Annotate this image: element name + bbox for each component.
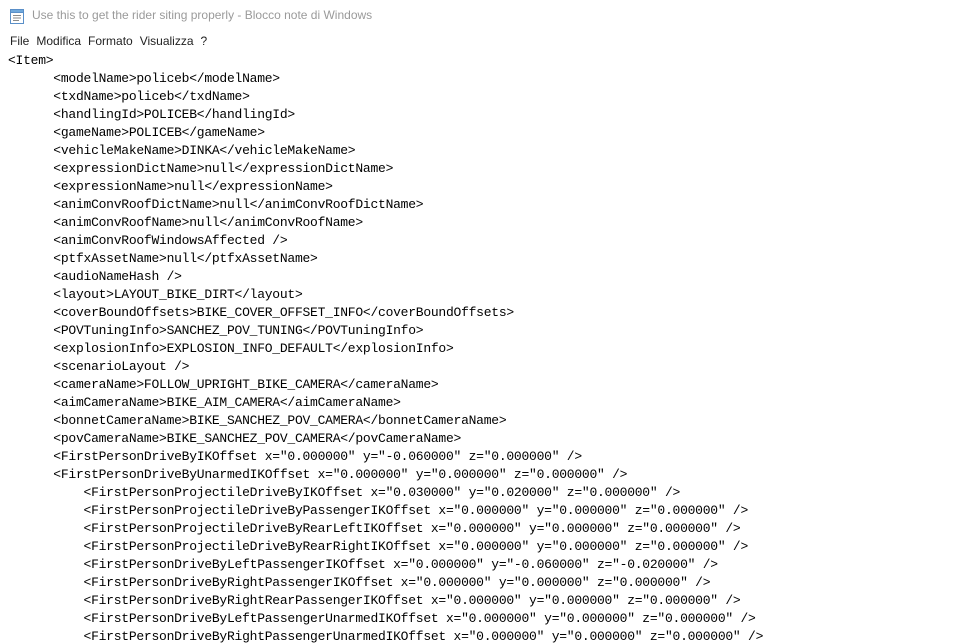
text-line: <FirstPersonDriveByRightRearPassengerIKO…: [8, 593, 741, 608]
text-line: <explosionInfo>EXPLOSION_INFO_DEFAULT</e…: [8, 341, 454, 356]
text-line: <FirstPersonProjectileDriveByIKOffset x=…: [8, 485, 681, 500]
window-title: Use this to get the rider siting properl…: [32, 8, 373, 22]
text-editor[interactable]: <Item> <modelName>policeb</modelName> <t…: [0, 51, 979, 644]
menu-modifica[interactable]: Modifica: [36, 31, 88, 51]
title-bar[interactable]: Use this to get the rider siting properl…: [0, 0, 979, 31]
text-line: <vehicleMakeName>DINKA</vehicleMakeName>: [8, 143, 356, 158]
text-line: <layout>LAYOUT_BIKE_DIRT</layout>: [8, 287, 303, 302]
text-line: <aimCameraName>BIKE_AIM_CAMERA</aimCamer…: [8, 395, 401, 410]
text-line: <FirstPersonDriveByRightPassengerIKOffse…: [8, 575, 711, 590]
text-line: <ptfxAssetName>null</ptfxAssetName>: [8, 251, 318, 266]
text-line: <audioNameHash />: [8, 269, 182, 284]
text-line: <txdName>policeb</txdName>: [8, 89, 250, 104]
text-line: <FirstPersonProjectileDriveByRearRightIK…: [8, 539, 749, 554]
notepad-icon[interactable]: [10, 8, 24, 24]
text-line: <cameraName>FOLLOW_UPRIGHT_BIKE_CAMERA</…: [8, 377, 439, 392]
text-line: <handlingId>POLICEB</handlingId>: [8, 107, 295, 122]
text-line: <FirstPersonProjectileDriveByPassengerIK…: [8, 503, 749, 518]
text-line: <animConvRoofName>null</animConvRoofName…: [8, 215, 363, 230]
text-line: <FirstPersonDriveByRightPassengerUnarmed…: [8, 629, 764, 644]
menu-formato[interactable]: Formato: [88, 31, 140, 51]
text-line: <expressionName>null</expressionName>: [8, 179, 333, 194]
text-line: <FirstPersonDriveByUnarmedIKOffset x="0.…: [8, 467, 628, 482]
text-line: <scenarioLayout />: [8, 359, 190, 374]
text-line: <FirstPersonDriveByLeftPassengerUnarmedI…: [8, 611, 756, 626]
text-line: <FirstPersonProjectileDriveByRearLeftIKO…: [8, 521, 741, 536]
text-line: <FirstPersonDriveByIKOffset x="0.000000"…: [8, 449, 582, 464]
text-line: <Item>: [8, 53, 54, 68]
text-line: <animConvRoofDictName>null</animConvRoof…: [8, 197, 424, 212]
text-line: <gameName>POLICEB</gameName>: [8, 125, 265, 140]
text-line: <coverBoundOffsets>BIKE_COVER_OFFSET_INF…: [8, 305, 514, 320]
text-line: <animConvRoofWindowsAffected />: [8, 233, 288, 248]
text-content[interactable]: <Item> <modelName>policeb</modelName> <t…: [8, 52, 763, 644]
text-line: <POVTuningInfo>SANCHEZ_POV_TUNING</POVTu…: [8, 323, 424, 338]
menu-help[interactable]: ?: [201, 31, 215, 51]
text-line: <FirstPersonDriveByLeftPassengerIKOffset…: [8, 557, 719, 572]
text-line: <bonnetCameraName>BIKE_SANCHEZ_POV_CAMER…: [8, 413, 507, 428]
menu-file[interactable]: File: [0, 31, 36, 51]
text-line: <povCameraName>BIKE_SANCHEZ_POV_CAMERA</…: [8, 431, 462, 446]
text-line: <modelName>policeb</modelName>: [8, 71, 280, 86]
text-line: <expressionDictName>null</expressionDict…: [8, 161, 394, 176]
menu-visualizza[interactable]: Visualizza: [140, 31, 201, 51]
menu-bar: File Modifica Formato Visualizza ?: [0, 31, 979, 52]
